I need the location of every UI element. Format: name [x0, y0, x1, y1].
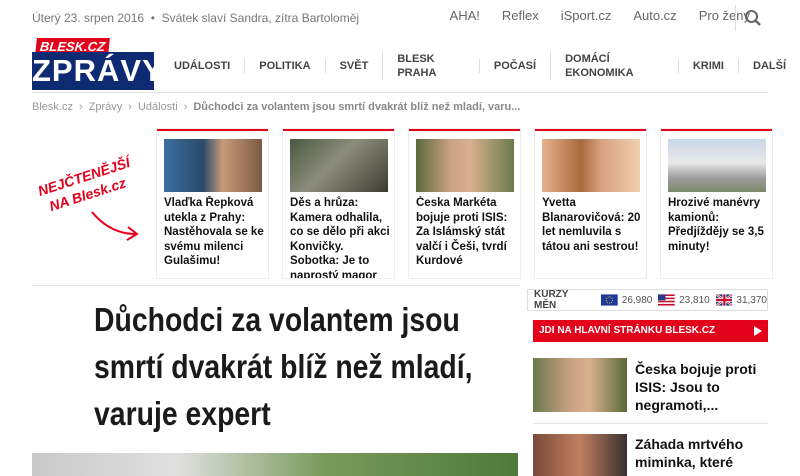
eu-flag-icon [601, 294, 618, 306]
article-title: Hrozivé manévry kamionů: Předjíždějy se … [668, 197, 764, 253]
divider [735, 5, 736, 31]
currency-rates: KURZY MĚN 26,980 23,810 31,370 [527, 289, 768, 311]
link-reflex[interactable]: Reflex [502, 8, 539, 23]
breadcrumb: Blesk.cz › Zprávy › Události › Důchodci za … [32, 101, 520, 113]
top-bar: Úterý 23. srpen 2016 • Svátek slaví Sand… [0, 0, 800, 34]
us-flag-icon [658, 294, 676, 306]
sidebar-article[interactable]: Česka bojuje proti ISIS: Jsou to negramo… [533, 358, 768, 414]
article-image [164, 139, 262, 192]
divider [32, 285, 520, 286]
nav-udalosti[interactable]: UDÁLOSTI [160, 59, 244, 73]
article-card[interactable]: Yvetta Blanarovičová: 20 let nemluvila s… [535, 129, 646, 278]
uk-flag-icon [715, 294, 733, 306]
main-page-button[interactable]: JDI NA HLAVNÍ STRÁNKU BLESK.CZ [533, 320, 768, 342]
chevron-right-icon: › [78, 101, 83, 113]
play-arrow-icon [754, 326, 762, 336]
most-read-label: NEJČTENĚJŠÍ NA Blesk.cz [36, 153, 139, 241]
hero-image [32, 453, 518, 476]
main-page-label: JDI NA HLAVNÍ STRÁNKU BLESK.CZ [539, 325, 716, 336]
chevron-right-icon: › [128, 101, 132, 113]
link-aha[interactable]: AHA! [450, 8, 480, 23]
gbp-rate: 31,370 [736, 294, 767, 306]
link-pro-zeny[interactable]: Pro ženy [699, 8, 750, 23]
search-icon[interactable] [744, 9, 762, 27]
date-nameday: Úterý 23. srpen 2016 • Svátek slaví Sand… [32, 11, 360, 25]
sidebar-article[interactable]: Záhada mrtvého miminka, které [533, 434, 768, 476]
link-auto[interactable]: Auto.cz [633, 8, 676, 23]
divider [533, 423, 768, 424]
chevron-right-icon: › [183, 101, 188, 113]
article-title: Yvetta Blanarovičová: 20 let nemluvila s… [542, 197, 641, 253]
logo-section: ZPRÁVY [32, 52, 164, 90]
link-isport[interactable]: iSport.cz [561, 8, 612, 23]
article-image [290, 139, 388, 192]
main-nav: UDÁLOSTI POLITIKA SVĚT BLESK PRAHA POČAS… [160, 52, 800, 80]
article-card[interactable]: Hrozivé manévry kamionů: Předjíždějy se … [661, 129, 772, 278]
article-image [416, 139, 514, 192]
article-title: Vlaďka Řepková utekla z Prahy: Nastěhova… [164, 197, 264, 268]
nav-svet[interactable]: SVĚT [324, 59, 383, 73]
article-image [533, 434, 627, 476]
breadcrumb-zpravy[interactable]: Zprávy [89, 101, 123, 113]
article-title: Česka Markéta bojuje proti ISIS: Za Islá… [416, 197, 508, 268]
nav-dalsi[interactable]: DALŠÍ [738, 59, 800, 73]
arrow-icon [91, 211, 137, 235]
article-image [533, 358, 627, 412]
article-card[interactable]: Vlaďka Řepková utekla z Prahy: Nastěhova… [157, 129, 268, 278]
nameday-text: Svátek slaví Sandra, zítra Bartoloměj [161, 11, 360, 25]
breadcrumb-blesk[interactable]: Blesk.cz [32, 101, 73, 113]
nav-domaci-ekonomika[interactable]: DOMÁCÍ EKONOMIKA [550, 52, 678, 80]
eur-rate: 26,980 [621, 294, 653, 306]
date-text: Úterý 23. srpen 2016 [32, 11, 145, 25]
most-read-cards: Vlaďka Řepková utekla z Prahy: Nastěhova… [157, 129, 772, 278]
article-card[interactable]: Česka Markéta bojuje proti ISIS: Za Islá… [409, 129, 520, 278]
sidebar-article-title: Česka bojuje proti ISIS: Jsou to negramo… [635, 361, 757, 413]
nav-krimi[interactable]: KRIMI [677, 59, 738, 73]
article-image [668, 139, 766, 192]
divider [32, 92, 768, 93]
nav-politika[interactable]: POLITIKA [244, 59, 324, 73]
site-logo[interactable]: BLESK.CZ ZPRÁVY [32, 38, 164, 90]
partner-links: AHA! Reflex iSport.cz Auto.cz Pro ženy [450, 8, 750, 23]
sidebar-article-title: Záhada mrtvého miminka, které [635, 436, 744, 470]
breadcrumb-current: Důchodci za volantem jsou smrtí dvakrát … [193, 101, 521, 113]
usd-rate: 23,810 [679, 294, 710, 306]
nav-blesk-praha[interactable]: BLESK PRAHA [382, 52, 479, 80]
breadcrumb-udalosti[interactable]: Události [138, 101, 178, 113]
currency-label: KURZY MĚN [534, 289, 569, 311]
article-headline: Důchodci za volantem jsou smrtí dvakrát … [94, 301, 473, 432]
article-image [542, 139, 640, 192]
article-title: Děs a hrůza: Kamera odhalila, co se dělo… [290, 197, 390, 278]
nav-pocasi[interactable]: POČASÍ [478, 59, 550, 73]
article-card[interactable]: Děs a hrůza: Kamera odhalila, co se dělo… [283, 129, 394, 278]
